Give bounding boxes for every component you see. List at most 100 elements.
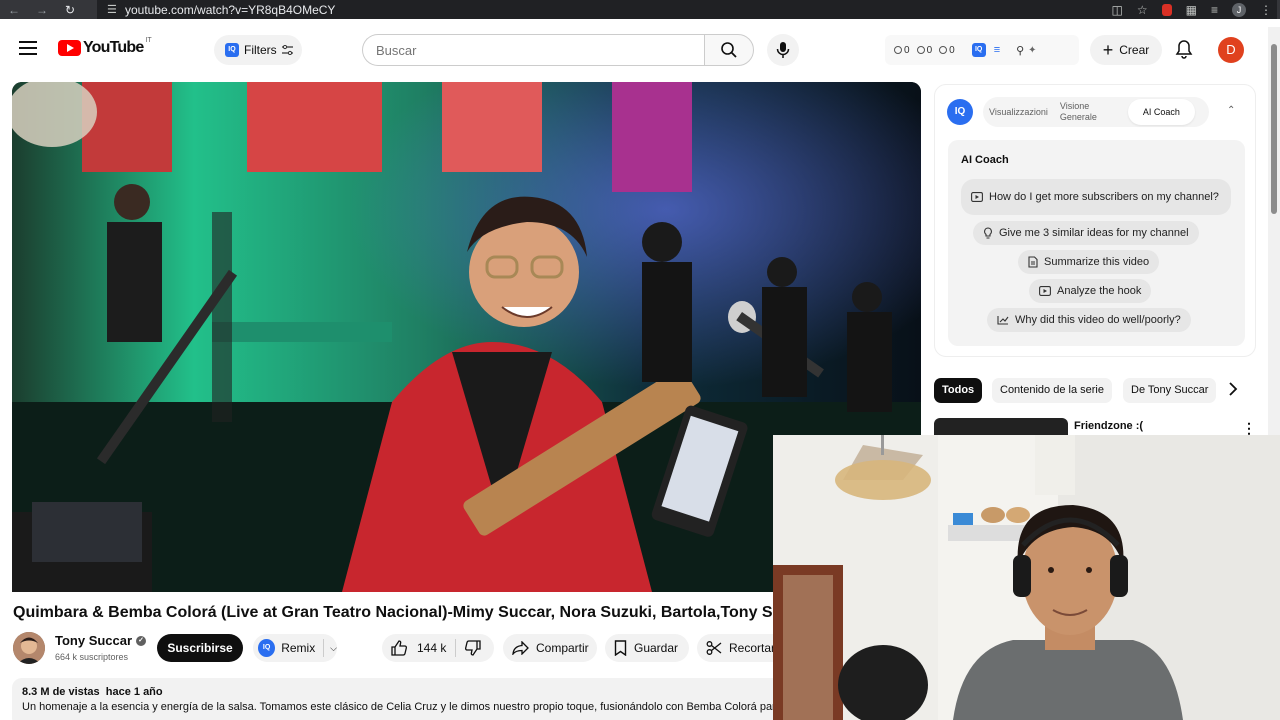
logo-text: YouTube [83, 39, 144, 56]
remix-label: Remix [281, 641, 316, 655]
filters-label: Filters [244, 43, 277, 57]
account-avatar[interactable]: D [1218, 37, 1244, 63]
share-button[interactable]: Compartir [503, 634, 597, 662]
suggestion-label: How do I get more subscribers on my chan… [989, 191, 1219, 203]
create-label: Crear [1119, 43, 1150, 57]
eye-icon [916, 46, 925, 54]
channel-name[interactable]: Tony Succar ✓ [55, 633, 147, 648]
save-label: Guardar [634, 641, 679, 655]
country-code: IT [145, 36, 152, 44]
notifications-button[interactable] [1175, 39, 1193, 64]
reload-icon[interactable]: ↻ [56, 3, 84, 17]
collapse-chevron-icon[interactable]: ⌃ [1227, 105, 1235, 116]
description-box[interactable]: 8.3 M de vistas hace 1 año Un homenaje a… [12, 678, 792, 720]
thumbs-up-icon [391, 640, 407, 656]
iq-icon: IQ [225, 43, 239, 57]
bookmark-star-icon[interactable]: ☆ [1137, 3, 1148, 17]
extension-red-icon[interactable] [1161, 3, 1172, 16]
clock-icon [894, 46, 902, 54]
install-app-icon[interactable]: ◫ [1112, 3, 1123, 17]
stat-clock: 0 [894, 45, 910, 56]
video-title: Quimbara & Bemba Colorá (Live at Gran Te… [13, 604, 773, 621]
recommendation-title[interactable]: Friendzone :( [1074, 420, 1143, 432]
channel-name-text: Tony Succar [55, 633, 133, 648]
chevron-right-icon[interactable] [1228, 382, 1238, 401]
thumbs-down-icon [465, 640, 481, 656]
site-settings-icon[interactable]: ☰ [107, 3, 125, 16]
recommendation-thumbnail[interactable] [934, 418, 1068, 436]
suggestion-label: Why did this video do well/poorly? [1015, 314, 1181, 326]
document-icon [1028, 256, 1038, 268]
chip-todos[interactable]: Todos [934, 378, 983, 403]
trend-chart-icon [997, 316, 1009, 325]
subscribe-button[interactable]: Suscribirse [157, 634, 243, 662]
tab-visione-generale[interactable]: Visione Generale [1054, 101, 1120, 123]
clip-label: Recortar [729, 641, 776, 655]
menu-icon[interactable] [19, 41, 37, 55]
like-count: 144 k [417, 641, 447, 655]
dislike-button[interactable] [455, 639, 481, 657]
extensions-puzzle-icon[interactable]: ▦ [1186, 3, 1197, 17]
like-button[interactable]: 144 k [382, 640, 455, 656]
back-icon[interactable]: ← [0, 3, 28, 17]
list-icon[interactable]: ≡ [994, 44, 1000, 56]
eye-icon [939, 46, 948, 54]
stat-watch: 0 [939, 45, 955, 56]
chip-series-content[interactable]: Contenido de la serie [992, 378, 1112, 403]
chevron-down-icon[interactable]: ⌵ [330, 643, 337, 654]
create-button[interactable]: + Crear [1090, 35, 1162, 65]
youtube-logo[interactable]: YouTube IT [58, 36, 152, 57]
save-button[interactable]: Guardar [605, 634, 689, 662]
suggestion-analyze-hook[interactable]: Analyze the hook [1029, 279, 1152, 303]
sparkle-icon[interactable]: ✦ [1028, 45, 1036, 56]
browser-profile-avatar[interactable]: J [1232, 2, 1246, 17]
suggestion-performance[interactable]: Why did this video do well/poorly? [987, 308, 1191, 332]
stat-views: 0 [916, 44, 933, 56]
scrollbar-thumb[interactable] [1271, 44, 1277, 214]
extension-stats-bar[interactable]: 0 0 0 IQ ≡ ⚲ ✦ [885, 35, 1079, 65]
browser-menu-icon[interactable]: ⋮ [1260, 3, 1272, 17]
bookmark-icon [614, 640, 627, 656]
browser-actions: ◫ ☆ ▦ ≡ J ⋮ [1112, 0, 1272, 19]
address-bar[interactable]: ☰ youtube.com/watch?v=YR8qB4OMeCY [97, 0, 1277, 19]
scissors-icon [706, 641, 722, 655]
stat-value: 0 [949, 44, 955, 56]
forward-icon[interactable]: → [28, 3, 56, 17]
url-text: youtube.com/watch?v=YR8qB4OMeCY [125, 2, 336, 17]
video-icon [971, 192, 983, 202]
coach-tab-bar: Visualizzazioni Visione Generale AI Coac… [983, 97, 1209, 127]
remix-button[interactable]: IQ Remix ⌵ [253, 634, 337, 662]
search-input[interactable] [362, 34, 705, 66]
chip-from-channel[interactable]: De Tony Succar [1123, 378, 1217, 403]
search-button[interactable] [704, 34, 754, 66]
coach-logo: IQ [947, 99, 973, 125]
suggestion-label: Analyze the hook [1057, 285, 1142, 297]
browser-toolbar: ← → ↻ ☰ youtube.com/watch?v=YR8qB4OMeCY … [0, 0, 1280, 19]
microphone-icon [776, 42, 790, 58]
webcam-overlay [773, 435, 1280, 720]
lightbulb-icon [984, 227, 992, 239]
voice-search-button[interactable] [767, 34, 799, 66]
reading-list-icon[interactable]: ≡ [1211, 3, 1218, 17]
share-label: Compartir [536, 641, 589, 655]
coach-title: AI Coach [961, 154, 1009, 166]
plus-icon: + [1102, 40, 1114, 60]
iq-icon[interactable]: IQ [971, 43, 986, 57]
bell-icon [1175, 40, 1193, 59]
suggestion-similar-ideas[interactable]: Give me 3 similar ideas for my channel [973, 221, 1199, 245]
tab-ai-coach[interactable]: AI Coach [1127, 99, 1195, 125]
stat-value: 0 [904, 44, 910, 56]
filters-button[interactable]: IQ Filters [214, 35, 302, 65]
share-arrow-icon [512, 641, 529, 655]
suggestion-subscribers[interactable]: How do I get more subscribers on my chan… [961, 179, 1231, 215]
coach-suggestions-area: AI Coach How do I get more subscribers o… [948, 140, 1245, 346]
suggestion-label: Summarize this video [1044, 256, 1150, 268]
trophy-icon[interactable]: ⚲ [1016, 44, 1024, 57]
tab-visualizzazioni[interactable]: Visualizzazioni [983, 107, 1054, 117]
youtube-header: YouTube IT IQ Filters 0 0 0 IQ ≡ ⚲ ✦ + C… [0, 19, 1268, 81]
divider [323, 639, 325, 657]
video-icon [1039, 286, 1051, 296]
stat-value: 0 [926, 44, 933, 56]
channel-avatar[interactable] [13, 632, 45, 664]
suggestion-summarize[interactable]: Summarize this video [1018, 250, 1160, 274]
